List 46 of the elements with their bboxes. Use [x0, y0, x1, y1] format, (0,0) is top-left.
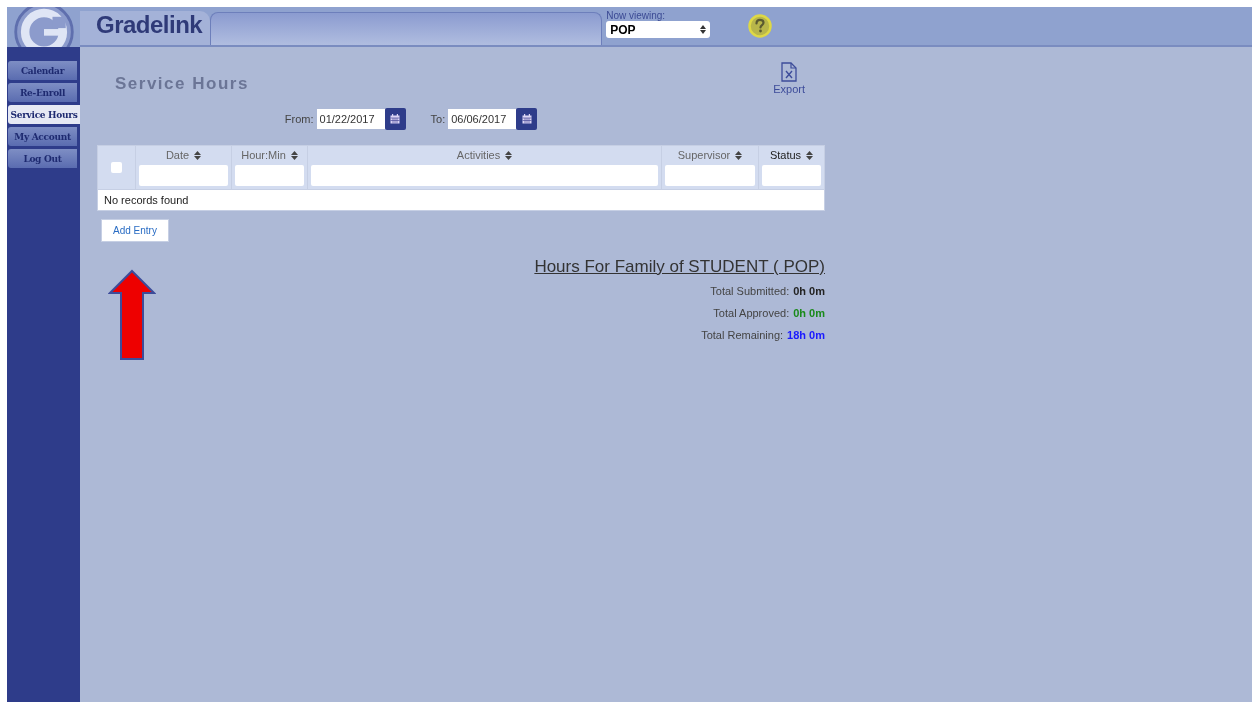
column-header[interactable]: Activities [456, 148, 513, 162]
total-label: Total Approved: [713, 307, 790, 319]
from-date-field[interactable]: 01/22/2017 [316, 109, 385, 129]
total-label: Total Submitted: [710, 285, 790, 297]
column-filter-field[interactable] [139, 165, 228, 186]
from-label: From: [284, 113, 314, 125]
calendar-icon [521, 114, 532, 124]
total-value: 0h 0m [793, 285, 825, 297]
sort-icon [735, 150, 743, 160]
nav-button[interactable]: Re-Enroll [8, 83, 77, 102]
empty-message: No records found [98, 189, 824, 210]
student-select[interactable]: POP [606, 21, 711, 38]
calendar-button[interactable] [384, 108, 406, 130]
column-filter-field[interactable] [311, 165, 658, 186]
nav-button[interactable]: Log Out [8, 149, 77, 168]
total-label: Total Remaining: [701, 329, 784, 341]
to-label: To: [430, 113, 446, 125]
column-filter-field[interactable] [235, 165, 304, 186]
sort-icon [194, 150, 202, 160]
brand-name: Gradelink [80, 11, 211, 45]
page-title: Service Hours [115, 74, 249, 94]
column-filter-field[interactable] [665, 165, 755, 186]
sort-icon [290, 150, 298, 160]
add-entry-button[interactable]: Add Entry [101, 219, 169, 242]
help-icon[interactable] [748, 14, 773, 38]
total-value: 18h 0m [787, 329, 825, 341]
sort-icon [806, 150, 814, 160]
export-button[interactable]: Export [773, 62, 805, 95]
calendar-icon [390, 114, 400, 124]
nav-button[interactable]: My Account [8, 127, 77, 146]
nav-button[interactable]: Calendar [8, 61, 77, 80]
updown-caret-icon [700, 25, 707, 34]
spreadsheet-file-icon [781, 62, 798, 82]
sort-icon [505, 150, 513, 160]
calendar-button[interactable] [516, 108, 538, 130]
select-all-checkbox[interactable] [111, 161, 122, 173]
nav-button[interactable]: Service Hours [8, 105, 80, 124]
column-header[interactable]: Date [165, 148, 202, 162]
now-viewing-label: Now viewing: [606, 10, 667, 21]
to-date-field[interactable]: 06/06/2017 [448, 109, 517, 129]
total-value: 0h 0m [793, 307, 825, 319]
column-header[interactable]: Hour:Min [241, 148, 298, 162]
column-filter-field[interactable] [762, 165, 821, 186]
column-header[interactable]: Status [769, 148, 814, 162]
column-header[interactable]: Supervisor [677, 148, 743, 162]
summary-title: Hours For Family of STUDENT ( POP) [534, 257, 825, 277]
